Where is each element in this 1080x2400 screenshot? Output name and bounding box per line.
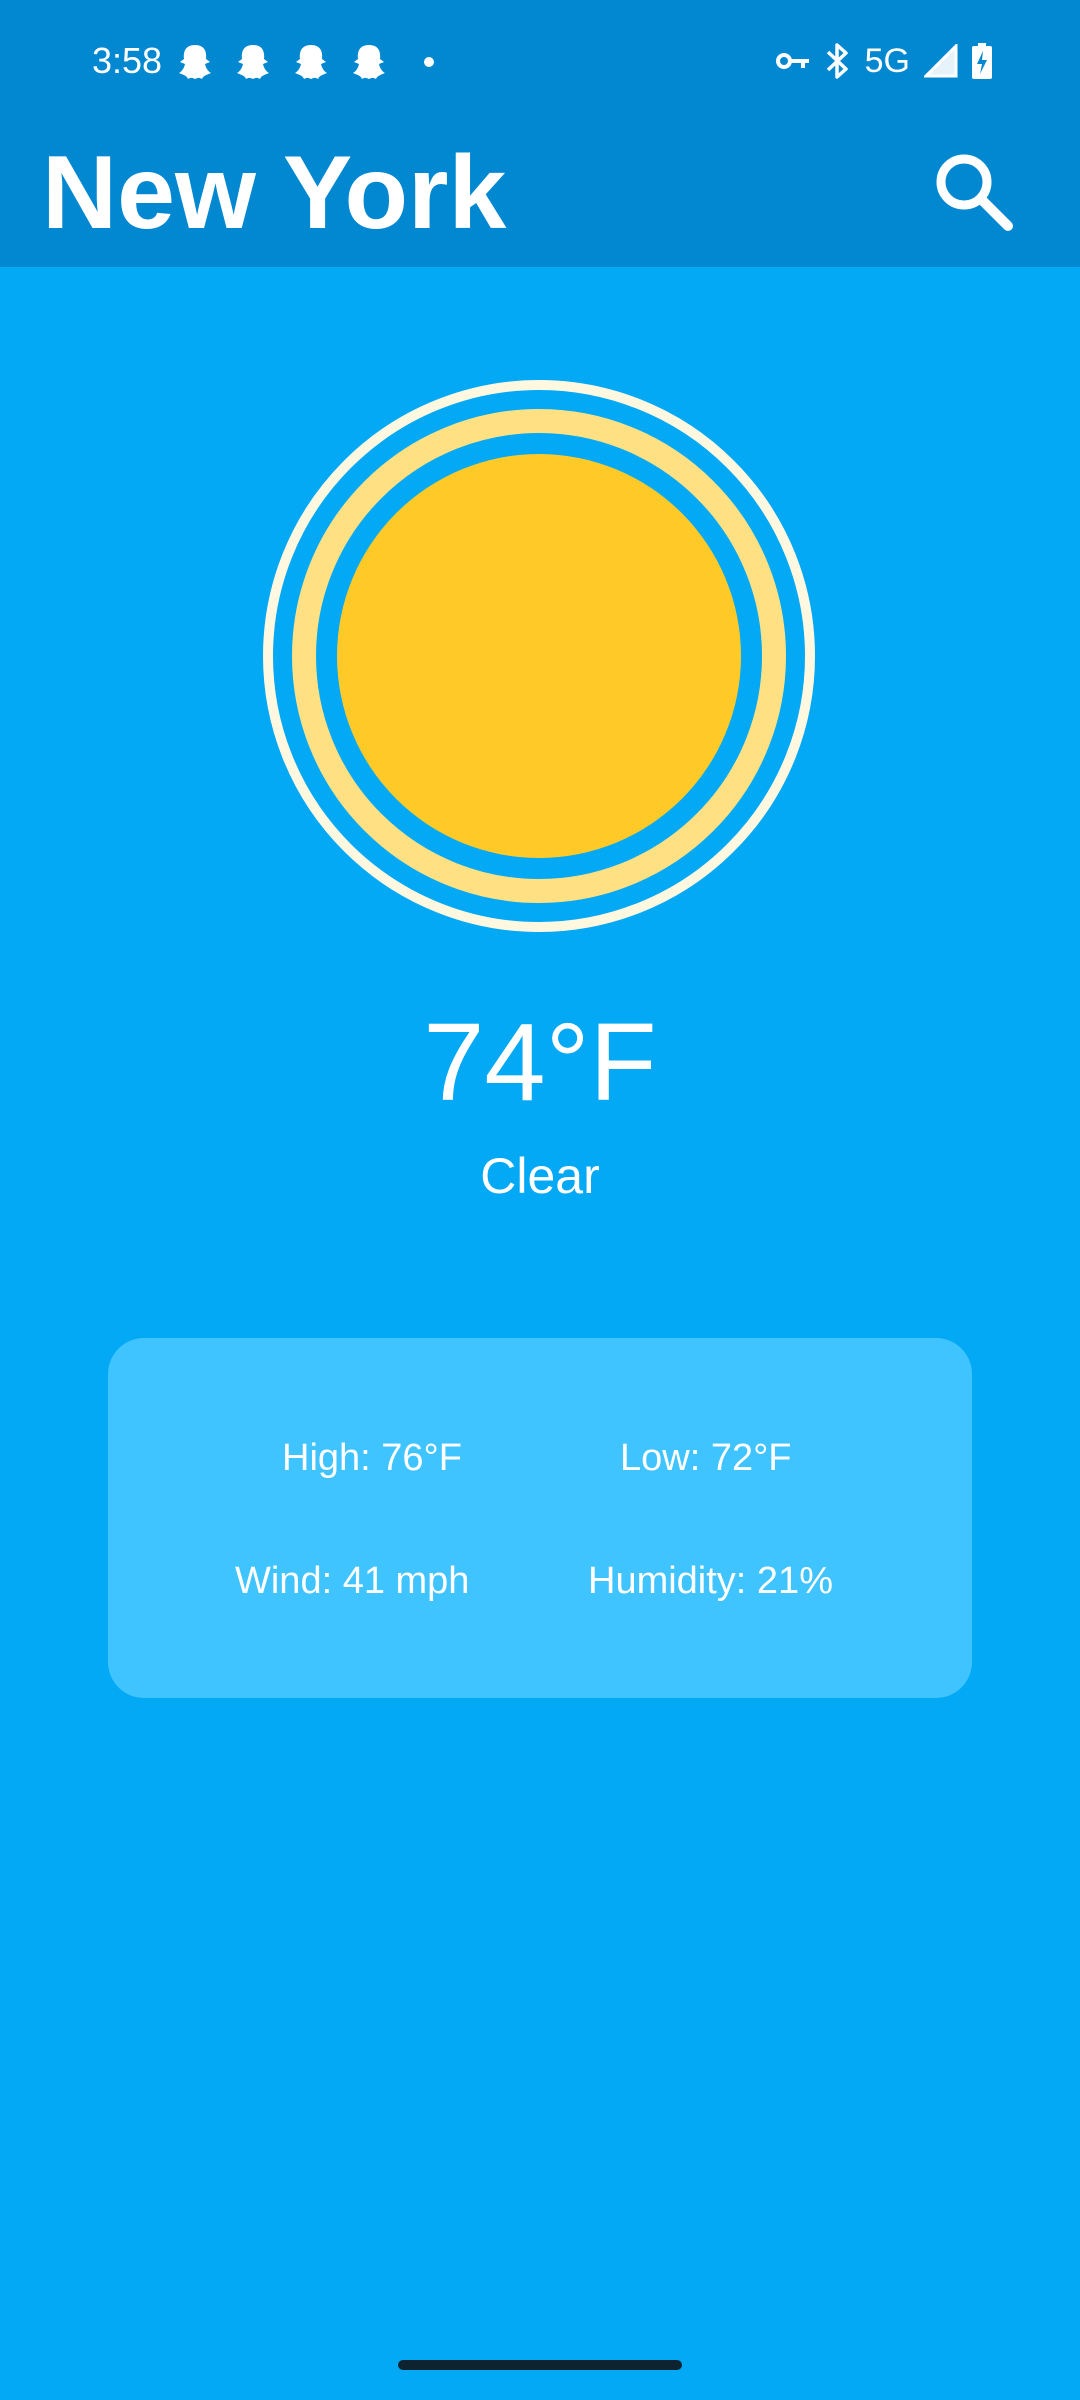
signal-icon	[924, 44, 958, 78]
condition: Clear	[480, 1148, 600, 1204]
notification-icons	[178, 40, 434, 84]
network-type: 5G	[864, 42, 910, 80]
bluetooth-icon	[826, 43, 848, 79]
details-card: High: 76°F Low: 72°F Wind: 41 mph Humidi…	[108, 1338, 972, 1698]
dot-icon	[424, 57, 434, 67]
wind-speed: Wind: 41 mph	[235, 1560, 470, 1602]
low-temp: Low: 72°F	[620, 1437, 792, 1479]
sun-icon	[263, 380, 815, 932]
battery-charging-icon	[972, 43, 992, 79]
temperature: 74°F	[423, 1001, 657, 1124]
snapchat-icon	[353, 45, 385, 79]
system-icons: 5G	[761, 38, 992, 84]
humidity: Humidity: 21%	[588, 1560, 833, 1602]
vpn-key-icon	[775, 53, 809, 69]
snapchat-icon	[295, 45, 327, 79]
search-icon[interactable]	[930, 148, 1016, 234]
snapchat-icon	[237, 45, 269, 79]
gesture-nav-handle[interactable]	[398, 2360, 682, 2370]
status-bar: 3:58 5G	[0, 0, 1080, 122]
snapchat-icon	[179, 45, 211, 79]
status-time: 3:58	[92, 40, 163, 81]
city-title: New York	[42, 135, 507, 251]
high-temp: High: 76°F	[282, 1437, 462, 1479]
